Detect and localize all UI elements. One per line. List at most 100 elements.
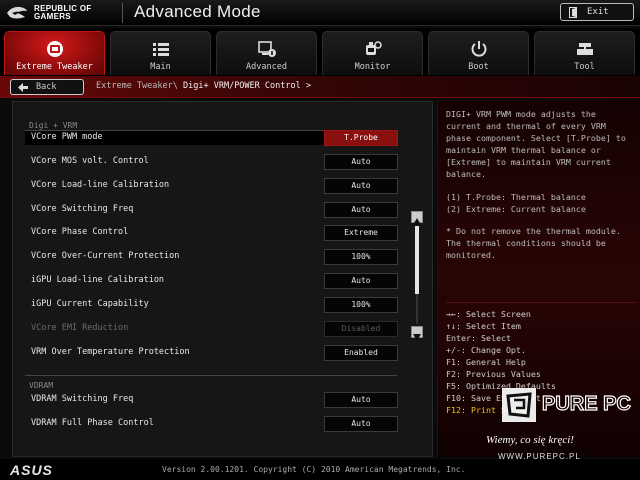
- page-title: Advanced Mode: [134, 2, 261, 21]
- setting-value[interactable]: Enabled: [324, 345, 398, 361]
- setting-label: VCore Phase Control: [31, 227, 129, 237]
- list-icon: [152, 43, 169, 56]
- breadcrumb-parent[interactable]: Extreme Tweaker\: [96, 81, 178, 91]
- rog-eye-icon: [7, 6, 27, 19]
- tab-advanced[interactable]: Advanced: [216, 31, 317, 75]
- setting-row-vcore-mos-volt[interactable]: VCore MOS volt. Control Auto: [25, 154, 398, 170]
- monitor-icon: [365, 41, 382, 55]
- tool-icon: [576, 43, 593, 55]
- breadcrumb-bar: Back Extreme Tweaker\ Digi+ VRM/POWER Co…: [0, 76, 640, 98]
- setting-value[interactable]: 100%: [324, 297, 398, 313]
- help-line: (2) Extreme: Current balance: [446, 204, 586, 214]
- group-divider: [25, 375, 397, 376]
- tab-boot[interactable]: Boot: [428, 31, 529, 75]
- exit-door-icon: [569, 6, 577, 18]
- setting-row-vcore-ocp[interactable]: VCore Over-Current Protection 100%: [25, 249, 398, 265]
- breadcrumb-current: Digi+ VRM/POWER Control >: [183, 81, 311, 91]
- setting-label: iGPU Current Capability: [31, 299, 149, 309]
- setting-value[interactable]: Auto: [324, 416, 398, 432]
- setting-value[interactable]: T.Probe: [324, 130, 398, 146]
- help-line: balance.: [446, 169, 486, 179]
- setting-row-vcore-emi: VCore EMI Reduction Disabled: [25, 321, 398, 337]
- setting-row-vcore-switching-freq[interactable]: VCore Switching Freq Auto: [25, 202, 398, 218]
- group-title-vdram: VDRAM: [29, 381, 54, 390]
- tab-extreme-tweaker[interactable]: Extreme Tweaker: [4, 31, 105, 75]
- tab-label: Boot: [468, 62, 489, 72]
- setting-value[interactable]: Auto: [324, 202, 398, 218]
- scroll-down-button[interactable]: [411, 326, 423, 341]
- help-line: monitored.: [446, 250, 496, 260]
- setting-value: Disabled: [324, 321, 398, 337]
- key-hint: →←: Select Screen: [446, 309, 531, 319]
- advanced-icon: [257, 41, 276, 57]
- setting-label: VCore Over-Current Protection: [31, 251, 180, 261]
- setting-label: iGPU Load-line Calibration: [31, 275, 165, 285]
- tab-label: Extreme Tweaker: [16, 62, 93, 72]
- triangle-up-icon: [413, 218, 421, 225]
- help-line: DIGI+ VRM PWM mode adjusts the: [446, 109, 596, 119]
- help-line: current and thermal of every VRM: [446, 121, 606, 131]
- exit-button[interactable]: Exit: [560, 3, 634, 21]
- purepc-tagline: Wiemy, co się kręci!: [486, 434, 574, 446]
- key-hint: F1: General Help: [446, 357, 526, 367]
- setting-label: VCore MOS volt. Control: [31, 156, 149, 166]
- setting-value[interactable]: Auto: [324, 178, 398, 194]
- help-line: maintain VRM thermal balance or: [446, 145, 601, 155]
- title-bar: REPUBLIC OF GAMERS Advanced Mode Exit: [0, 0, 640, 26]
- setting-row-vdram-full-phase[interactable]: VDRAM Full Phase Control Auto: [25, 416, 398, 432]
- breadcrumb: Extreme Tweaker\ Digi+ VRM/POWER Control…: [96, 81, 311, 91]
- help-line: The thermal conditions should be: [446, 238, 606, 248]
- key-hint: Enter: Select: [446, 333, 511, 343]
- tab-monitor[interactable]: Monitor: [322, 31, 423, 75]
- back-button[interactable]: Back: [10, 79, 84, 95]
- tweaker-icon: [46, 41, 63, 57]
- tab-label: Monitor: [354, 62, 391, 72]
- scroll-up-button[interactable]: [411, 211, 423, 225]
- setting-label: VDRAM Full Phase Control: [31, 418, 154, 428]
- help-line: * Do not remove the thermal module.: [446, 226, 621, 236]
- main-tabs: Extreme Tweaker Main Advanced Monitor Bo…: [0, 28, 640, 76]
- tab-tool[interactable]: Tool: [534, 31, 635, 75]
- exit-label: Exit: [587, 7, 609, 17]
- setting-label: VDRAM Switching Freq: [31, 394, 134, 404]
- scrollbar-thumb[interactable]: [415, 226, 419, 294]
- power-icon: [471, 41, 486, 57]
- setting-row-vrm-otp[interactable]: VRM Over Temperature Protection Enabled: [25, 345, 398, 361]
- setting-row-vcore-pwm-mode[interactable]: VCore PWM mode T.Probe: [25, 130, 398, 146]
- tab-label: Main: [150, 62, 171, 72]
- back-label: Back: [36, 82, 57, 92]
- version-info: Version 2.00.1201. Copyright (C) 2010 Am…: [162, 465, 466, 474]
- setting-value[interactable]: Auto: [324, 392, 398, 408]
- setting-label: VCore EMI Reduction: [31, 323, 129, 333]
- help-divider: [446, 302, 636, 303]
- setting-row-igpu-llc[interactable]: iGPU Load-line Calibration Auto: [25, 273, 398, 289]
- rog-logo: REPUBLIC OF GAMERS: [6, 2, 118, 24]
- group-title-digi: Digi + VRM: [29, 121, 78, 130]
- tab-main[interactable]: Main: [110, 31, 211, 75]
- asus-logo: ASUS: [10, 462, 53, 478]
- setting-row-vdram-switching-freq[interactable]: VDRAM Switching Freq Auto: [25, 392, 398, 408]
- brand-line-2: GAMERS: [34, 12, 71, 21]
- triangle-down-icon: [413, 334, 421, 341]
- setting-value[interactable]: Auto: [324, 273, 398, 289]
- purepc-wordmark: PURE PC: [542, 393, 631, 415]
- setting-row-vcore-llc[interactable]: VCore Load-line Calibration Auto: [25, 178, 398, 194]
- setting-row-vcore-phase-control[interactable]: VCore Phase Control Extreme: [25, 225, 398, 241]
- tab-label: Tool: [574, 62, 595, 72]
- help-line: (1) T.Probe: Thermal balance: [446, 192, 586, 202]
- footer: ASUS Version 2.00.1201. Copyright (C) 20…: [0, 459, 640, 480]
- setting-value[interactable]: Extreme: [324, 225, 398, 241]
- setting-label: VCore Load-line Calibration: [31, 180, 170, 190]
- key-hint: F2: Previous Values: [446, 369, 541, 379]
- help-description: DIGI+ VRM PWM mode adjusts the current a…: [446, 108, 638, 180]
- key-hint: ↑↓: Select Item: [446, 321, 521, 331]
- setting-value[interactable]: Auto: [324, 154, 398, 170]
- help-line: [Extreme] to maintain VRM current: [446, 157, 611, 167]
- key-hint: +/-: Change Opt.: [446, 345, 526, 355]
- setting-value[interactable]: 100%: [324, 249, 398, 265]
- back-arrow-icon: [18, 82, 28, 92]
- setting-label: VCore PWM mode: [31, 132, 103, 142]
- tab-label: Advanced: [246, 62, 287, 72]
- help-note: * Do not remove the thermal module. The …: [446, 225, 638, 261]
- setting-row-igpu-current[interactable]: iGPU Current Capability 100%: [25, 297, 398, 313]
